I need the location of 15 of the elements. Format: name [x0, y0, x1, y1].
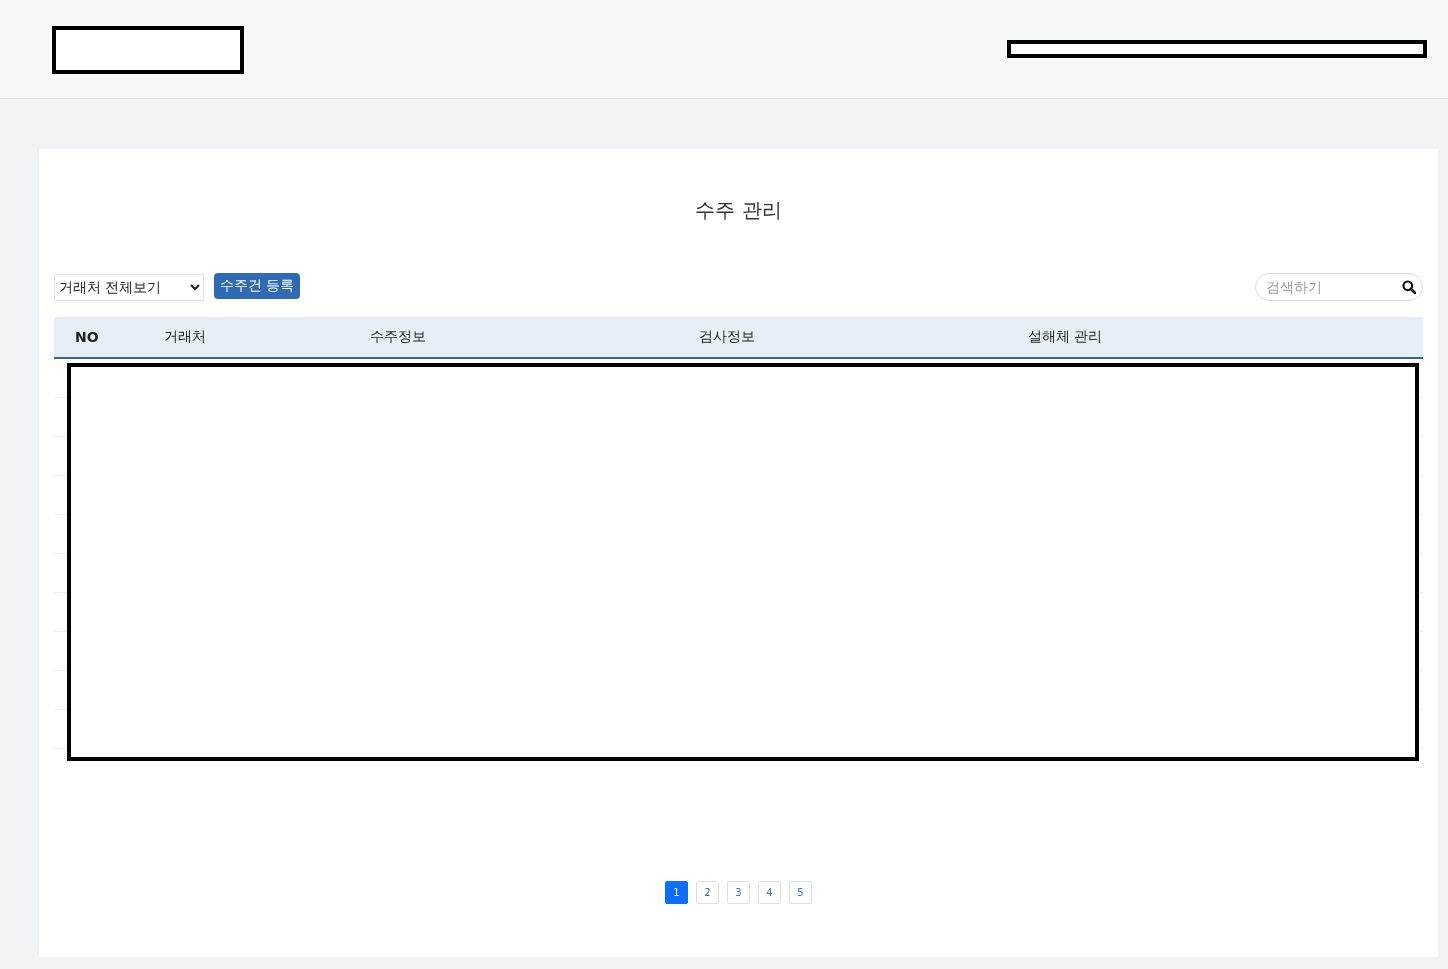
page-title: 수주 관리	[694, 197, 783, 224]
page-button[interactable]: 4	[758, 881, 781, 904]
column-header: 수주정보	[370, 328, 426, 346]
register-order-button[interactable]: 수주건 등록	[214, 272, 301, 299]
search-icon[interactable]	[1402, 280, 1416, 294]
search-field[interactable]: 검색하기	[1255, 273, 1423, 301]
column-header: 검사정보	[699, 328, 755, 346]
page-button[interactable]: 5	[789, 881, 812, 904]
column-header: 거래처	[164, 328, 206, 346]
column-header: NO	[75, 329, 99, 345]
page-button[interactable]: 2	[696, 881, 719, 904]
client-filter-dropdown[interactable]: 거래처 전체보기	[54, 273, 204, 301]
page-button[interactable]: 3	[727, 881, 750, 904]
page-button[interactable]: 1	[665, 881, 688, 904]
column-header: 설해체 관리	[1028, 328, 1103, 346]
